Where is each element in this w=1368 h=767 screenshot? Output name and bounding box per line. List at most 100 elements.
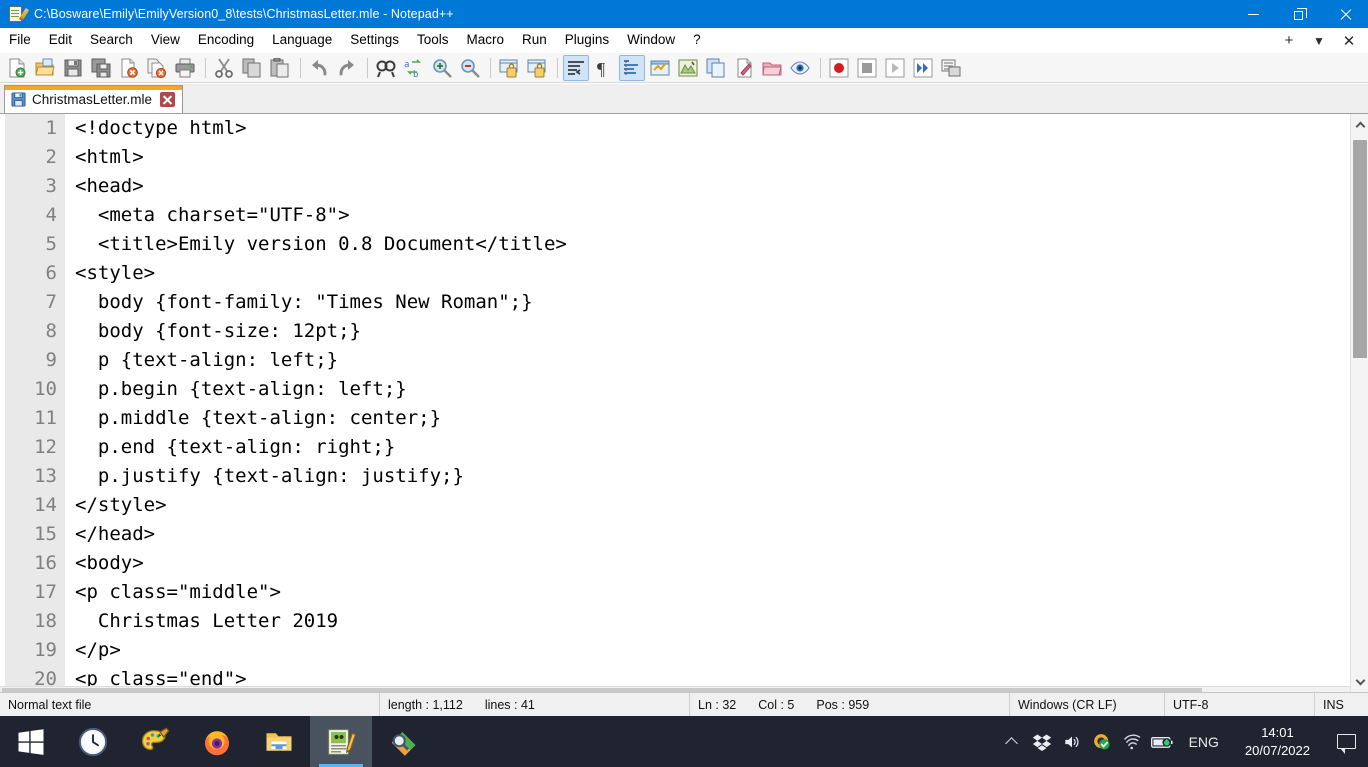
save-current-macro-button[interactable] <box>938 55 964 81</box>
save-all-button[interactable] <box>88 55 114 81</box>
notepadpp-window: C:\Bosware\Emily\EmilyVersion0_8\tests\C… <box>0 0 1368 767</box>
windows-start-icon[interactable] <box>0 716 62 767</box>
close-all-button[interactable] <box>144 55 170 81</box>
line-number: 12 <box>34 436 57 458</box>
function-list-button[interactable] <box>703 55 729 81</box>
status-ln: Ln : 32 <box>698 697 737 712</box>
sync-vertical-scroll-button[interactable] <box>496 55 522 81</box>
line-number: 11 <box>34 407 57 429</box>
document-list-button[interactable] <box>731 55 757 81</box>
menu-language[interactable]: Language <box>263 29 341 51</box>
toolbar-separator <box>367 57 368 78</box>
taskbar-item-notepadpp[interactable] <box>310 716 372 767</box>
user-defined-language-button[interactable] <box>647 55 673 81</box>
line-number: 1 <box>45 117 57 139</box>
menu-search[interactable]: Search <box>81 29 142 51</box>
close-document-icon[interactable]: ✕ <box>1334 28 1364 53</box>
line-number: 19 <box>34 639 57 661</box>
start-recording-button[interactable] <box>826 55 852 81</box>
menu-plugins[interactable]: Plugins <box>556 29 618 51</box>
code-text-area[interactable]: <!doctype html> <html> <head> <meta char… <box>65 114 1350 692</box>
minimize-button[interactable] <box>1230 0 1276 28</box>
redo-button[interactable] <box>334 55 360 81</box>
chevron-down-icon[interactable]: ▼ <box>1304 28 1334 53</box>
zoom-in-button[interactable] <box>429 55 455 81</box>
scroll-down-arrow-icon[interactable] <box>1352 673 1368 690</box>
line-number: 13 <box>34 465 57 487</box>
code-line: <style> <box>75 262 156 284</box>
paste-button[interactable] <box>267 55 293 81</box>
line-number: 16 <box>34 552 57 574</box>
antivirus-shield-icon[interactable] <box>1087 716 1117 767</box>
print-button[interactable] <box>172 55 198 81</box>
dropbox-icon[interactable] <box>1027 716 1057 767</box>
monitoring-button[interactable] <box>787 55 813 81</box>
window-title: C:\Bosware\Emily\EmilyVersion0_8\tests\C… <box>34 7 454 21</box>
code-line: body {font-family: "Times New Roman";} <box>75 291 533 313</box>
menu-edit[interactable]: Edit <box>40 29 81 51</box>
vertical-scrollbar[interactable] <box>1350 114 1368 692</box>
zoom-out-button[interactable] <box>457 55 483 81</box>
volume-icon[interactable] <box>1057 716 1087 767</box>
play-macro-button[interactable] <box>882 55 908 81</box>
code-editor[interactable]: 1 2 3 4 5 6 7 8 9 10 11 12 13 14 15 16 1… <box>0 114 1368 692</box>
menu-file[interactable]: File <box>0 29 40 51</box>
windows-taskbar: ENG 14:01 20/07/2022 <box>0 716 1368 767</box>
new-tab-plus-icon[interactable]: + <box>1274 28 1304 53</box>
taskbar-item-clock-app[interactable] <box>62 716 124 767</box>
open-file-button[interactable] <box>32 55 58 81</box>
line-number: 9 <box>45 349 57 371</box>
line-number: 8 <box>45 320 57 342</box>
battery-icon[interactable] <box>1147 716 1177 767</box>
document-map-button[interactable] <box>675 55 701 81</box>
taskbar-item-file-explorer[interactable] <box>248 716 310 767</box>
wifi-icon[interactable] <box>1117 716 1147 767</box>
menu-macro[interactable]: Macro <box>458 29 514 51</box>
menu-view[interactable]: View <box>142 29 189 51</box>
new-file-button[interactable] <box>4 55 30 81</box>
action-center-icon[interactable] <box>1324 716 1368 767</box>
sync-horizontal-scroll-button[interactable] <box>524 55 550 81</box>
undo-button[interactable] <box>306 55 332 81</box>
vertical-scrollbar-thumb[interactable] <box>1353 140 1367 358</box>
find-button[interactable] <box>373 55 399 81</box>
menu-settings[interactable]: Settings <box>341 29 408 51</box>
taskbar-item-emily-app[interactable] <box>372 716 434 767</box>
code-line: <p class="middle"> <box>75 581 281 603</box>
toolbar-separator <box>557 57 558 78</box>
copy-button[interactable] <box>239 55 265 81</box>
show-hidden-icons-chevron-icon[interactable] <box>997 716 1027 767</box>
tab-close-icon[interactable] <box>160 92 176 107</box>
run-macro-multiple-button[interactable] <box>910 55 936 81</box>
notepadpp-icon <box>8 5 30 23</box>
cut-button[interactable] <box>211 55 237 81</box>
show-indent-guide-button[interactable] <box>619 54 645 81</box>
menu-run[interactable]: Run <box>513 29 556 51</box>
line-number-gutter: 1 2 3 4 5 6 7 8 9 10 11 12 13 14 15 16 1… <box>5 114 65 692</box>
close-file-button[interactable] <box>116 55 142 81</box>
show-all-characters-button[interactable]: ¶ <box>591 55 617 81</box>
taskbar-clock[interactable]: 14:01 20/07/2022 <box>1231 724 1324 760</box>
tab-christmasletter[interactable]: ChristmasLetter.mle <box>4 85 184 113</box>
scroll-up-arrow-icon[interactable] <box>1352 116 1368 133</box>
tab-label: ChristmasLetter.mle <box>32 92 153 107</box>
folder-as-workspace-button[interactable] <box>759 55 785 81</box>
menu-help[interactable]: ? <box>684 29 710 51</box>
toolbar-separator <box>490 57 491 78</box>
input-language-indicator[interactable]: ENG <box>1177 734 1231 750</box>
menu-encoding[interactable]: Encoding <box>189 29 263 51</box>
status-caret-position: Ln : 32 Col : 5 Pos : 959 <box>690 692 1010 717</box>
code-line: <body> <box>75 552 144 574</box>
replace-button[interactable]: ab <box>401 55 427 81</box>
tab-bar: ChristmasLetter.mle <box>0 84 1368 114</box>
menu-window[interactable]: Window <box>618 29 684 51</box>
taskbar-item-paint[interactable] <box>124 716 186 767</box>
menu-tools[interactable]: Tools <box>408 29 458 51</box>
close-button[interactable] <box>1322 0 1368 28</box>
word-wrap-button[interactable] <box>563 54 589 81</box>
restore-button[interactable] <box>1276 0 1322 28</box>
stop-recording-button[interactable] <box>854 55 880 81</box>
taskbar-item-firefox[interactable] <box>186 716 248 767</box>
save-file-button[interactable] <box>60 55 86 81</box>
status-pos: Pos : 959 <box>816 697 870 712</box>
